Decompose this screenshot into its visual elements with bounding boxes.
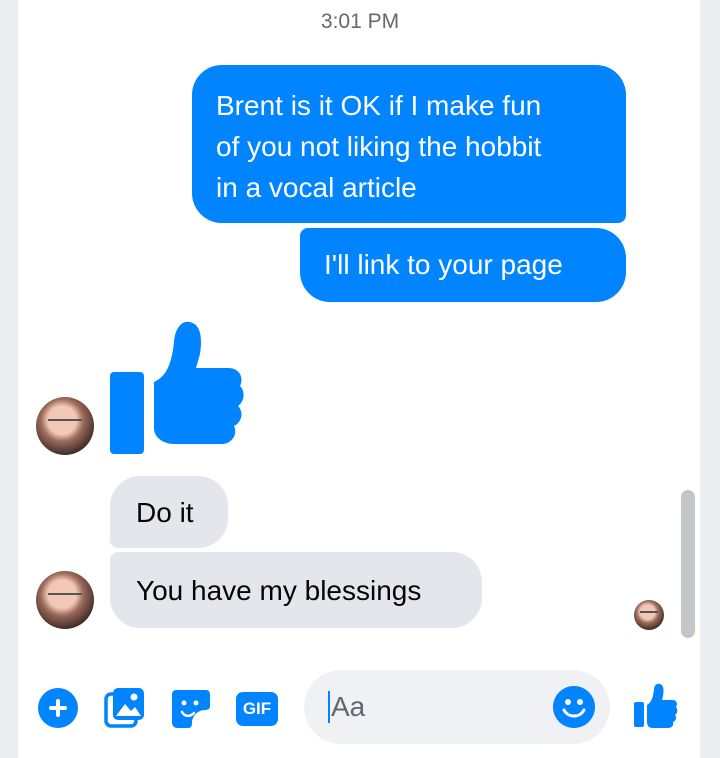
contact-avatar[interactable] bbox=[36, 571, 94, 629]
outgoing-message[interactable]: I'll link to your page bbox=[300, 228, 626, 302]
incoming-message[interactable]: You have my blessings bbox=[110, 552, 482, 628]
plus-circle-icon[interactable] bbox=[38, 688, 78, 728]
message-line: in a vocal article bbox=[216, 172, 417, 203]
gif-icon[interactable]: GIF bbox=[236, 692, 278, 726]
thumbs-up-sticker[interactable] bbox=[110, 320, 246, 456]
outgoing-message[interactable]: Brent is it OK if I make fun of you not … bbox=[192, 65, 626, 223]
thumbs-up-icon[interactable] bbox=[632, 683, 678, 729]
read-receipt-avatar bbox=[634, 600, 664, 630]
message-line: of you not liking the hobbit bbox=[216, 131, 542, 162]
sticker-icon[interactable] bbox=[170, 688, 212, 728]
photo-icon[interactable] bbox=[104, 686, 146, 728]
scrollbar[interactable] bbox=[681, 490, 695, 638]
message-input[interactable]: Aa bbox=[304, 670, 610, 744]
smiley-icon[interactable] bbox=[553, 686, 595, 728]
message-input-placeholder: Aa bbox=[328, 691, 365, 723]
incoming-message[interactable]: Do it bbox=[110, 476, 228, 548]
contact-avatar[interactable] bbox=[36, 397, 94, 455]
message-timestamp: 3:01 PM bbox=[320, 10, 400, 33]
message-line: Brent is it OK if I make fun bbox=[216, 90, 542, 121]
